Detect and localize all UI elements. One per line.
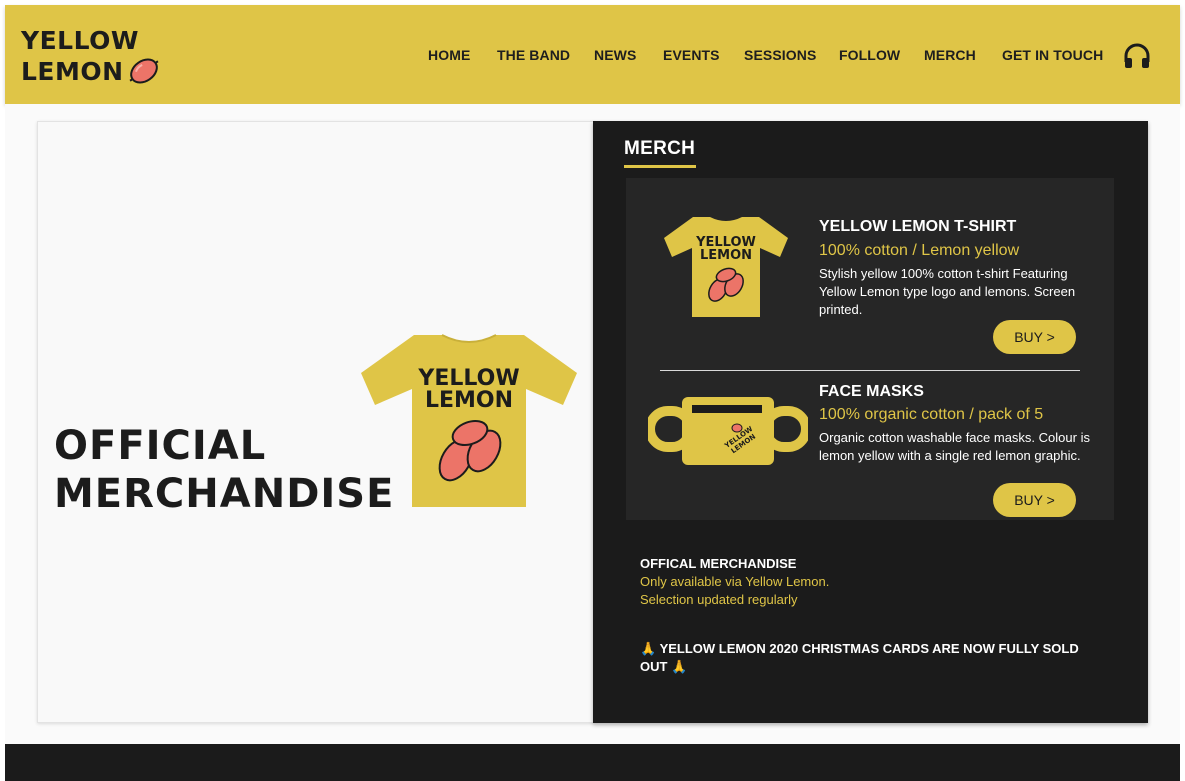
panel-title: MERCH — [624, 138, 696, 159]
logo-line-1: YELLOW — [21, 26, 139, 55]
sold-out-notice: 🙏 YELLOW LEMON 2020 CHRISTMAS CARDS ARE … — [640, 640, 1090, 676]
nav-item-merch[interactable]: MERCH — [924, 47, 976, 63]
panel-title-underline — [624, 165, 696, 168]
nav-item-sessions[interactable]: SESSIONS — [744, 47, 816, 63]
hero-section: OFFICIAL MERCHANDISE YELLOW LEMON — [37, 121, 595, 723]
hero-title: OFFICIAL MERCHANDISE — [54, 422, 394, 518]
product-subtitle: 100% organic cotton / pack of 5 — [819, 406, 1044, 423]
products-list[interactable]: YELLOW LEMON YELLOW LEMON T-SHIRT 100% c… — [626, 178, 1114, 520]
praying-hands-icon: 🙏 — [671, 659, 688, 674]
site-header: YELLOW LEMON HOME THE BAND NEWS EVENTS S… — [5, 5, 1180, 104]
merch-info: OFFICAL MERCHANDISE Only available via Y… — [640, 555, 1100, 609]
product-card-face-masks: YELLOW LEMON FACE MASKS 100% organic cot… — [626, 371, 1114, 520]
notice-text: YELLOW LEMON 2020 CHRISTMAS CARDS ARE NO… — [640, 641, 1079, 674]
merch-panel: MERCH YELLOW LEMON YELLOW LEMON T-SHIRT … — [593, 121, 1148, 723]
hero-title-line-2: MERCHANDISE — [54, 471, 395, 517]
product-subtitle: 100% cotton / Lemon yellow — [819, 242, 1020, 259]
info-heading: OFFICAL MERCHANDISE — [640, 556, 797, 571]
product-card-tshirt: YELLOW LEMON YELLOW LEMON T-SHIRT 100% c… — [626, 178, 1114, 370]
nav-item-home[interactable]: HOME — [428, 47, 470, 63]
info-line-2: Selection updated regularly — [640, 592, 798, 607]
hero-title-line-1: OFFICIAL — [54, 423, 267, 469]
lemon-icon — [129, 58, 159, 84]
site-footer — [5, 744, 1180, 781]
buy-tshirt-button[interactable]: BUY > — [993, 320, 1076, 354]
tshirt-image-text-line-2: LEMON — [700, 248, 752, 263]
product-name: YELLOW LEMON T-SHIRT — [819, 218, 1017, 235]
product-description: Stylish yellow 100% cotton t-shirt Featu… — [819, 266, 1076, 317]
praying-hands-icon: 🙏 — [640, 641, 657, 656]
hero-shirt-text-line-2: LEMON — [425, 388, 513, 413]
product-description: Organic cotton washable face masks. Colo… — [819, 430, 1090, 463]
buy-face-masks-button[interactable]: BUY > — [993, 483, 1076, 517]
nav-item-get-in-touch[interactable]: GET IN TOUCH — [1002, 47, 1103, 63]
site-logo[interactable]: YELLOW LEMON — [21, 25, 171, 87]
info-line-1: Only available via Yellow Lemon. — [640, 574, 830, 589]
tshirt-illustration: YELLOW LEMON — [361, 334, 577, 507]
face-mask-product-image: YELLOW LEMON — [648, 397, 808, 465]
nav-item-news[interactable]: NEWS — [594, 47, 636, 63]
headphones-icon[interactable] — [1123, 43, 1151, 69]
nav-item-follow[interactable]: FOLLOW — [839, 47, 900, 63]
nav-item-events[interactable]: EVENTS — [663, 47, 720, 63]
nav-item-the-band[interactable]: THE BAND — [497, 47, 570, 63]
tshirt-product-image: YELLOW LEMON — [664, 217, 788, 317]
product-name: FACE MASKS — [819, 383, 924, 400]
